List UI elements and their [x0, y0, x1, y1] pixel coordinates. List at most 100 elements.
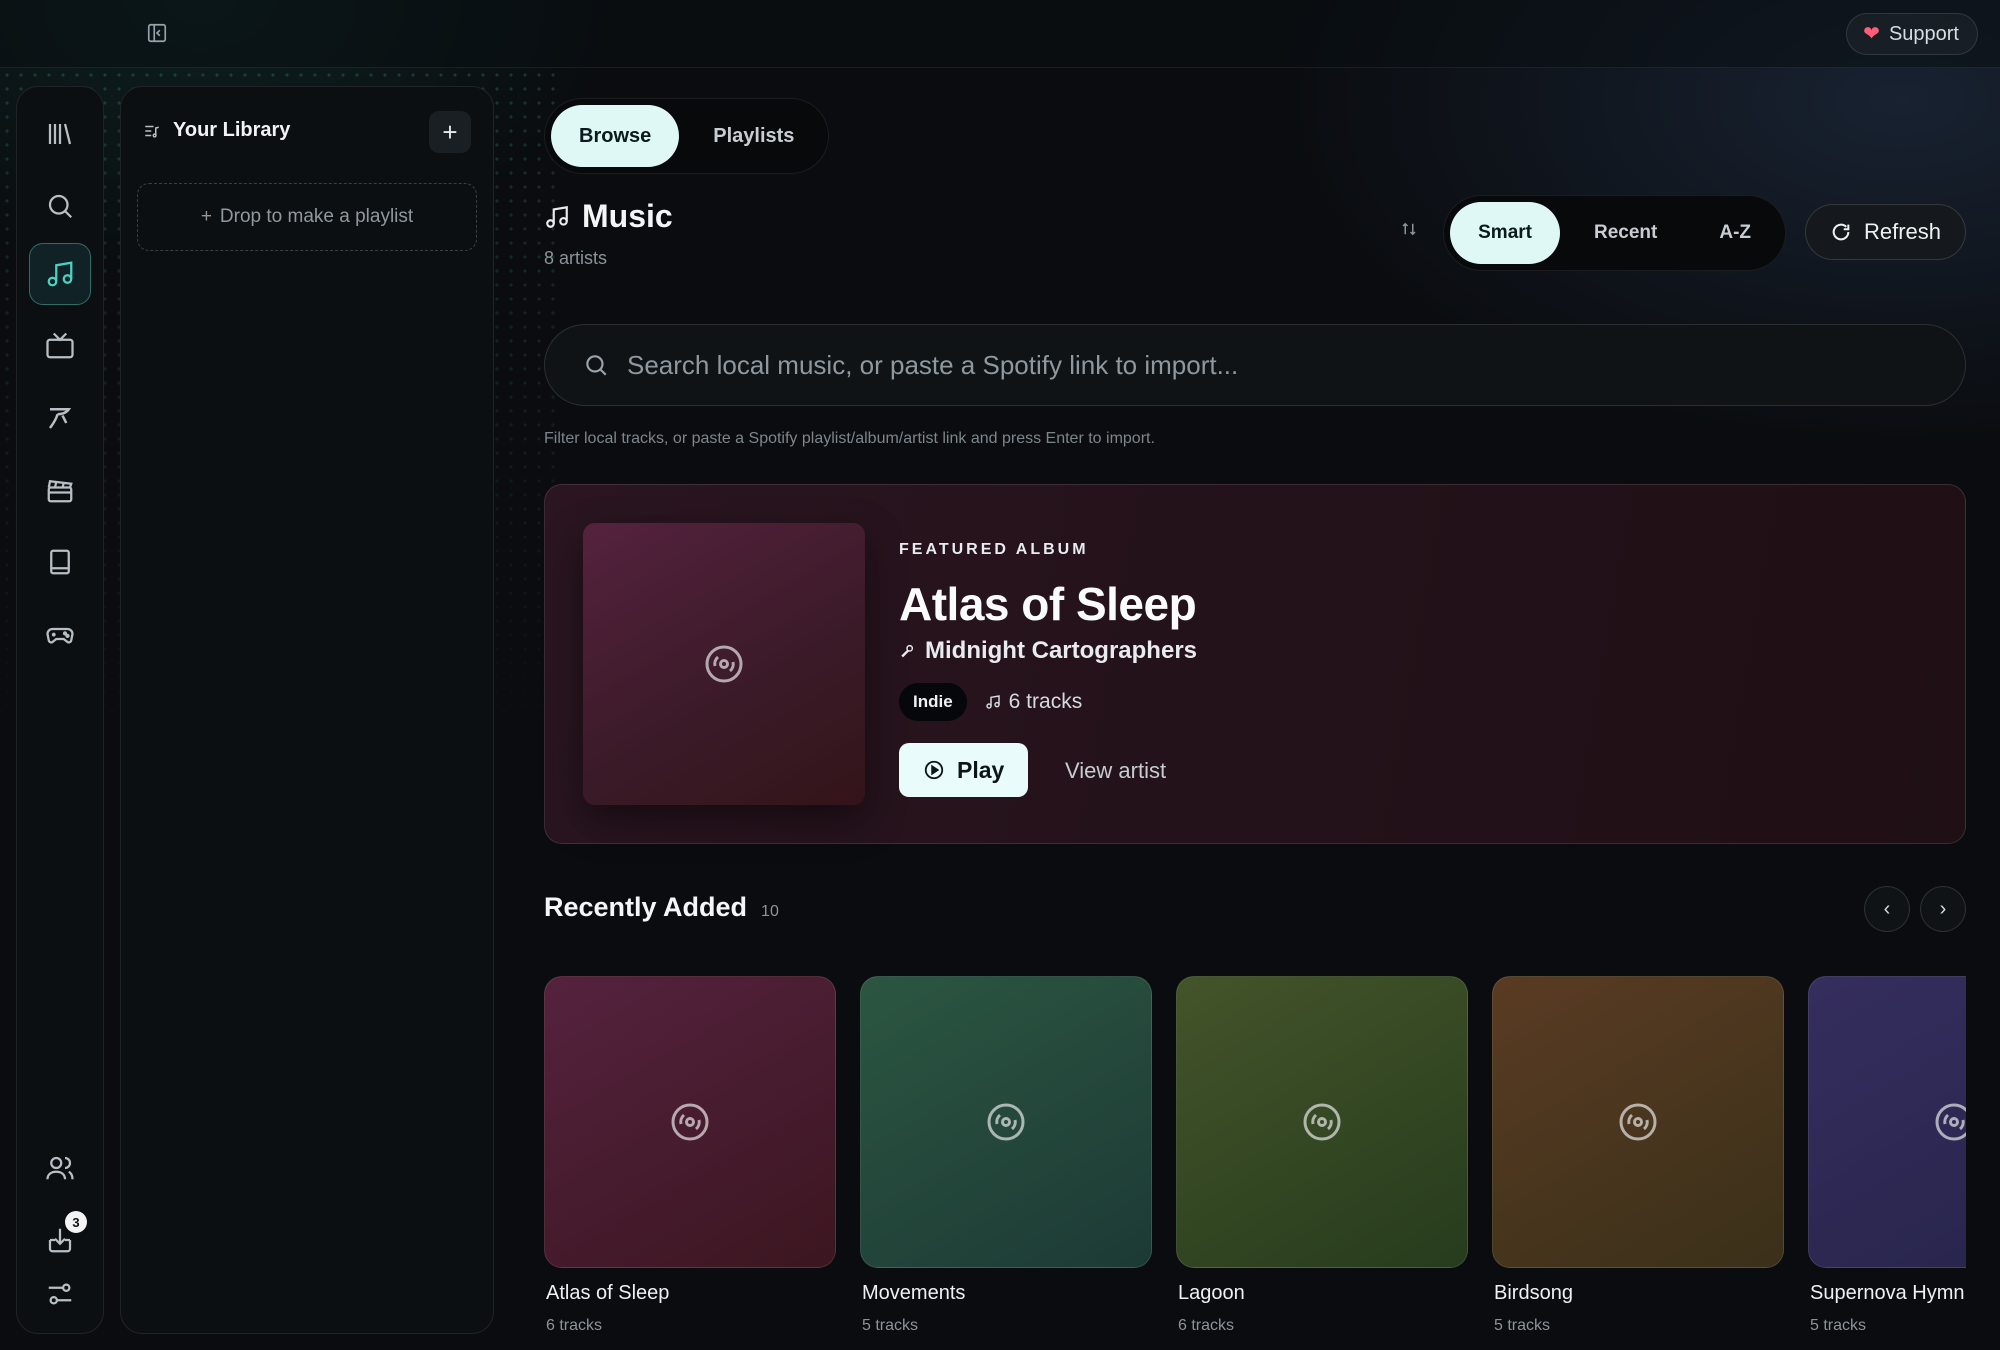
album-track-count: 6 tracks [546, 1317, 603, 1334]
featured-kicker: FEATURED ALBUM [899, 541, 1089, 558]
search-bar[interactable] [544, 324, 1966, 406]
carousel-next-button[interactable]: › [1920, 886, 1966, 932]
play-label: Play [957, 756, 1005, 783]
page-title: Music [544, 198, 673, 235]
sort-options: Smart Recent A-Z [1443, 195, 1786, 271]
queue-list-icon [145, 125, 159, 138]
main-content: Browse Playlists Music 8 artists Smart R… [544, 68, 1966, 1350]
nav-music[interactable] [29, 243, 91, 305]
disc-icon [1303, 1103, 1341, 1141]
search-icon [586, 355, 607, 376]
nav-users[interactable] [29, 1137, 91, 1199]
carousel-prev-button[interactable]: ‹ [1864, 886, 1910, 932]
album-name: Lagoon [1178, 1282, 1245, 1304]
nav-movies[interactable] [29, 459, 91, 521]
users-icon [46, 1156, 74, 1180]
nav-tv[interactable] [29, 315, 91, 377]
support-button[interactable]: ❤ Support [1846, 13, 1978, 55]
featured-artist-name: Midnight Cartographers [925, 637, 1198, 664]
nav-games[interactable] [29, 603, 91, 665]
library-icon [48, 123, 72, 145]
album-art[interactable] [1176, 976, 1468, 1268]
album-card[interactable]: Supernova Hymn 5 tracks [1808, 976, 1966, 1335]
recently-added-header: Recently Added 10 [544, 892, 779, 923]
nav-downloads[interactable]: 3 [29, 1209, 91, 1271]
disc-icon [705, 645, 743, 683]
refresh-icon [1832, 223, 1850, 241]
album-name: Supernova Hymn [1810, 1282, 1965, 1304]
recently-added-count: 10 [761, 903, 779, 920]
album-track-count: 5 tracks [862, 1317, 919, 1334]
tab-browse[interactable]: Browse [551, 105, 680, 167]
nav-library[interactable] [29, 103, 91, 165]
recently-added-carousel: Atlas of Sleep 6 tracks Movements 5 trac… [544, 976, 1966, 1350]
gamepad-icon [46, 627, 74, 644]
sidebar-toggle-icon[interactable] [146, 22, 168, 44]
featured-track-count: 6 tracks [985, 690, 1083, 714]
artist-count: 8 artists [544, 248, 608, 268]
nav-books[interactable] [29, 531, 91, 593]
album-card[interactable]: Birdsong 5 tracks [1492, 976, 1784, 1335]
search-icon [48, 194, 73, 219]
settings-sliders-icon [48, 1283, 72, 1305]
album-art[interactable] [544, 976, 836, 1268]
album-track-count: 5 tracks [1494, 1317, 1551, 1334]
sort-az[interactable]: A-Z [1691, 202, 1779, 264]
drop-zone-label: Drop to make a playlist [219, 206, 414, 227]
nav-settings[interactable] [29, 1263, 91, 1325]
clapperboard-icon [47, 480, 73, 503]
page-title-text: Music [582, 198, 673, 234]
album-card[interactable]: Lagoon 6 tracks [1176, 976, 1468, 1335]
plus-icon: + [200, 206, 212, 227]
download-count-badge: 3 [65, 1211, 87, 1233]
playlist-drop-zone[interactable]: + Drop to make a playlist [137, 183, 477, 251]
refresh-button[interactable]: Refresh [1804, 204, 1966, 260]
top-bar: ❤ Support [0, 0, 2000, 68]
featured-album-title: Atlas of Sleep [899, 578, 1197, 630]
disc-icon [987, 1103, 1025, 1141]
add-playlist-button[interactable]: + [429, 111, 471, 153]
album-name: Birdsong [1494, 1282, 1573, 1304]
disc-icon [1619, 1103, 1657, 1141]
featured-artist[interactable]: Midnight Cartographers [899, 637, 1197, 665]
album-card[interactable]: Movements 5 tracks [860, 976, 1152, 1335]
refresh-label: Refresh [1863, 219, 1941, 244]
sort-recent[interactable]: Recent [1566, 202, 1685, 264]
sort-smart[interactable]: Smart [1450, 202, 1560, 264]
brush-icon [48, 408, 72, 429]
album-art[interactable] [1492, 976, 1784, 1268]
genre-badge: Indie [899, 683, 967, 721]
music-note-icon [546, 205, 568, 228]
tv-icon [46, 332, 74, 359]
featured-album-card: FEATURED ALBUM Atlas of Sleep Midnight C… [544, 484, 1966, 844]
featured-album-cover[interactable] [583, 523, 865, 805]
album-card[interactable]: Atlas of Sleep 6 tracks [544, 976, 836, 1335]
album-name: Movements [862, 1282, 966, 1304]
disc-icon [1935, 1103, 1966, 1141]
view-artist-link[interactable]: View artist [1065, 758, 1166, 784]
recently-added-title: Recently Added [544, 892, 748, 922]
play-button[interactable]: Play [899, 743, 1029, 797]
microphone-icon [901, 644, 914, 658]
album-name: Atlas of Sleep [546, 1282, 670, 1304]
nav-rail: 3 [16, 86, 104, 1334]
nav-search[interactable] [29, 175, 91, 237]
heart-icon: ❤ [1863, 23, 1880, 45]
sort-icon [1402, 222, 1416, 236]
view-tabs: Browse Playlists [544, 98, 830, 174]
search-input[interactable] [627, 349, 1907, 381]
library-panel: Your Library + + Drop to make a playlist [120, 86, 494, 1334]
nav-anime[interactable] [29, 387, 91, 449]
featured-track-count-text: 6 tracks [1008, 690, 1083, 713]
support-label: Support [1888, 22, 1959, 45]
album-art[interactable] [1808, 976, 1966, 1268]
tab-playlists[interactable]: Playlists [685, 105, 822, 167]
book-icon [50, 549, 70, 575]
music-note-icon [985, 695, 1000, 709]
album-track-count: 5 tracks [1810, 1317, 1867, 1334]
album-art[interactable] [860, 976, 1152, 1268]
music-icon [47, 261, 73, 287]
album-track-count: 6 tracks [1178, 1317, 1235, 1334]
library-title: Your Library [173, 119, 291, 141]
featured-meta: Indie 6 tracks [899, 683, 1082, 721]
